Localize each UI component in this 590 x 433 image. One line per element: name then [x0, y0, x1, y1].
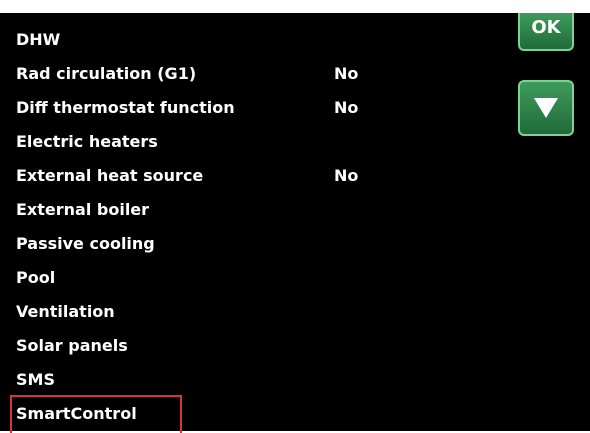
menu-item-label: External heat source [16, 166, 204, 185]
settings-screen: DHW Rad circulation (G1) No Diff thermos… [0, 13, 590, 433]
menu-item-pool[interactable]: Pool [16, 261, 376, 295]
menu-item-label: Pool [16, 268, 56, 287]
menu-item-label: SMS [16, 370, 55, 389]
menu-item-label: SmartControl [16, 404, 137, 423]
settings-menu: DHW Rad circulation (G1) No Diff thermos… [10, 23, 376, 433]
menu-item-external-boiler[interactable]: External boiler [16, 193, 376, 227]
menu-item-passive-cooling[interactable]: Passive cooling [16, 227, 376, 261]
menu-item-label: Electric heaters [16, 132, 158, 151]
menu-item-label: Diff thermostat function [16, 98, 235, 117]
menu-item-label: Passive cooling [16, 234, 155, 253]
menu-item-electric-heaters[interactable]: Electric heaters [16, 125, 376, 159]
ok-button[interactable]: OK [518, 13, 574, 51]
menu-item-external-heat-source[interactable]: External heat source No [16, 159, 376, 193]
menu-item-value: No [334, 166, 359, 185]
menu-item-label: Rad circulation (G1) [16, 64, 197, 83]
menu-item-label: DHW [16, 30, 61, 49]
menu-item-label: External boiler [16, 200, 150, 219]
menu-item-value: No [334, 64, 359, 83]
menu-item-label: Solar panels [16, 336, 128, 355]
menu-item-sms[interactable]: SMS [16, 363, 376, 397]
menu-item-smartcontrol[interactable]: SmartControl [10, 395, 376, 433]
menu-item-dhw[interactable]: DHW [16, 23, 376, 57]
menu-item-solar-panels[interactable]: Solar panels [16, 329, 376, 363]
menu-item-diff-thermostat-function[interactable]: Diff thermostat function No [16, 91, 376, 125]
scroll-down-button[interactable] [518, 80, 574, 136]
menu-item-ventilation[interactable]: Ventilation [16, 295, 376, 329]
menu-item-label: Ventilation [16, 302, 115, 321]
menu-item-rad-circulation[interactable]: Rad circulation (G1) No [16, 57, 376, 91]
menu-item-value: No [334, 98, 359, 117]
arrow-down-icon [534, 98, 558, 118]
